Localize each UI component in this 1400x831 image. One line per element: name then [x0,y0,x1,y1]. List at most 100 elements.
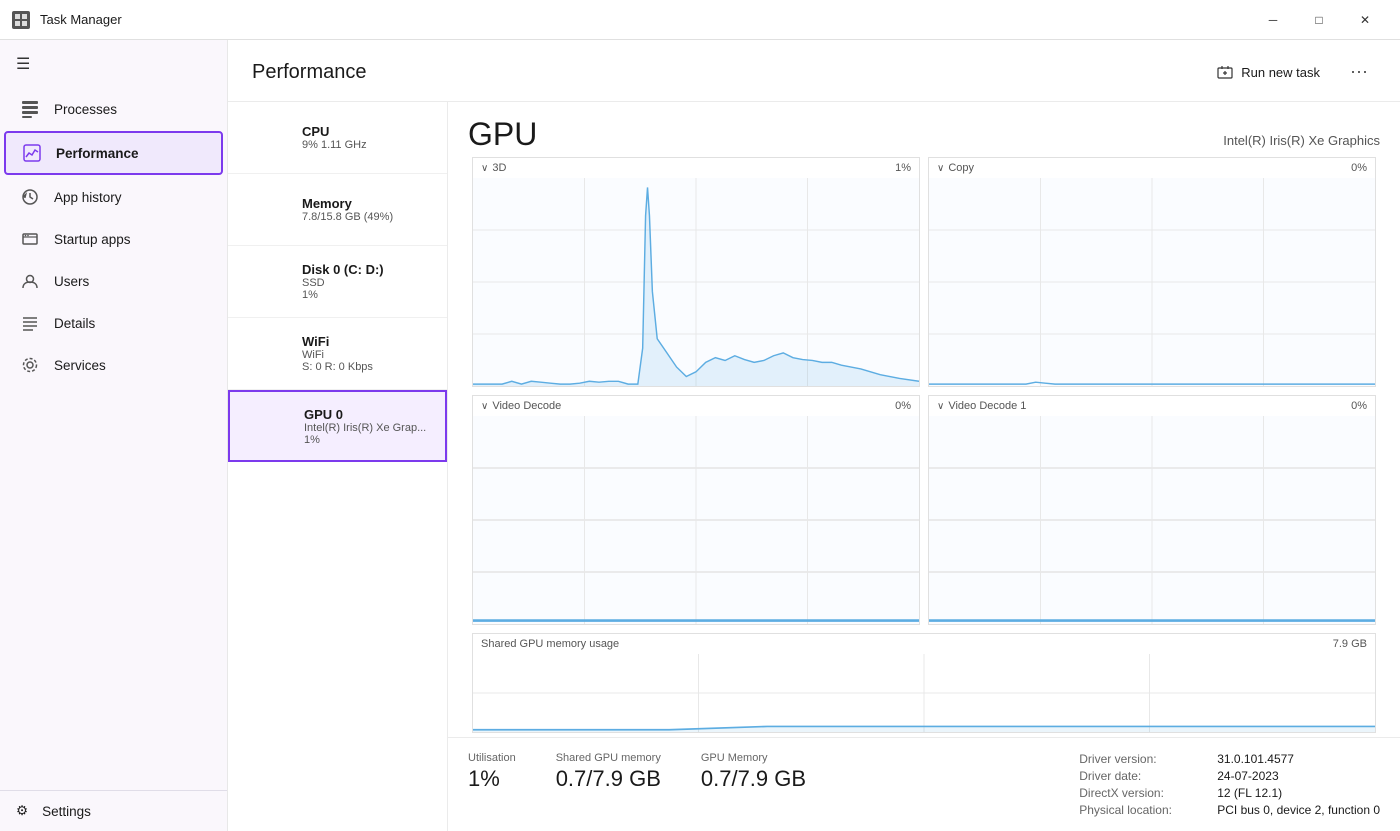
disk-sparkline [240,262,292,302]
memory-usage-max: 7.9 GB [1333,638,1367,650]
gpu0-val: 1% [304,434,433,446]
disk-info: Disk 0 (C: D:) SSD 1% [302,262,435,301]
gpu-memory-value: 0.7/7.9 GB [701,766,806,792]
perf-item-wifi[interactable]: WiFi WiFi S: 0 R: 0 Kbps [228,318,447,390]
sidebar-label-processes: Processes [54,102,117,117]
memory-usage-label: Shared GPU memory usage [481,638,619,650]
wifi-sparkline [240,334,292,374]
chart-vd-pct: 0% [895,400,911,412]
chart-copy-pct: 0% [1351,162,1367,174]
shared-gpu-memory-label: Shared GPU memory [556,752,661,764]
sidebar-nav: Processes Performance App history Startu… [0,88,227,790]
sidebar-label-startup-apps: Startup apps [54,232,131,247]
perf-item-disk[interactable]: Disk 0 (C: D:) SSD 1% [228,246,447,318]
utilisation-label: Utilisation [468,752,516,764]
sidebar-item-users[interactable]: Users [4,261,223,301]
driver-date-value: 24-07-2023 [1217,769,1278,783]
gpu-header: GPU Intel(R) Iris(R) Xe Graphics [448,102,1400,153]
processes-icon [20,99,40,119]
sidebar-item-settings[interactable]: ⚙ Settings [0,790,227,831]
minimize-button[interactable]: ─ [1250,4,1296,36]
settings-icon: ⚙ [16,803,28,819]
charts-bottom-row: ∨ Video Decode 0% [468,391,1380,629]
sidebar-label-performance: Performance [56,146,139,161]
disk-val: 1% [302,289,435,301]
performance-icon [22,143,42,163]
chart-video-decode: ∨ Video Decode 0% [472,395,920,625]
directx-row: DirectX version: 12 (FL 12.1) [1079,786,1380,800]
stat-utilisation: Utilisation 1% [468,752,516,817]
gpu0-sparkline [242,406,294,446]
shared-gpu-memory-value: 0.7/7.9 GB [556,766,661,792]
chart-3d-label: 3D [492,162,506,174]
sidebar-label-users: Users [54,274,89,289]
driver-version-row: Driver version: 31.0.101.4577 [1079,752,1380,766]
sidebar: ☰ Processes Performance App history Star… [0,40,228,831]
sidebar-item-app-history[interactable]: App history [4,177,223,217]
chart-copy: ∨ Copy 0% [928,157,1376,387]
disk-name: Disk 0 (C: D:) [302,262,435,277]
chart-vd-graph [473,416,919,624]
perf-item-memory[interactable]: Memory 7.8/15.8 GB (49%) [228,174,447,246]
header-actions: Run new task ⋯ [1207,58,1376,87]
driver-version-label: Driver version: [1079,752,1209,766]
sidebar-item-processes[interactable]: Processes [4,89,223,129]
sidebar-label-services: Services [54,358,106,373]
users-icon [20,271,40,291]
more-options-button[interactable]: ⋯ [1342,58,1376,87]
content-area: Performance Run new task ⋯ [228,40,1400,831]
chevron-copy-icon: ∨ [937,163,944,174]
wifi-name: WiFi [302,334,435,349]
cpu-info: CPU 9% 1.11 GHz [302,124,435,151]
content-body: CPU 9% 1.11 GHz Memory 7.8/15.8 GB (49%)… [228,102,1400,831]
sidebar-item-startup-apps[interactable]: Startup apps [4,219,223,259]
memory-chart-area: Shared GPU memory usage 7.9 GB [472,633,1376,733]
memory-info: Memory 7.8/15.8 GB (49%) [302,196,435,223]
chart-copy-label: Copy [948,162,974,174]
services-icon [20,355,40,375]
memory-chart-header: Shared GPU memory usage 7.9 GB [473,634,1375,654]
maximize-button[interactable]: □ [1296,4,1342,36]
driver-version-value: 31.0.101.4577 [1217,752,1294,766]
chart-vd1-pct: 0% [1351,400,1367,412]
wifi-sub: WiFi [302,349,435,361]
content-header: Performance Run new task ⋯ [228,40,1400,102]
chart-vd-label: Video Decode [492,400,561,412]
wifi-info: WiFi WiFi S: 0 R: 0 Kbps [302,334,435,373]
close-button[interactable]: ✕ [1342,4,1388,36]
chart-3d-label-row: ∨ 3D 1% [473,158,919,178]
chart-3d: ∨ 3D 1% [472,157,920,387]
sidebar-item-details[interactable]: Details [4,303,223,343]
stat-gpu-memory: GPU Memory 0.7/7.9 GB [701,752,806,817]
perf-item-gpu0[interactable]: GPU 0 Intel(R) Iris(R) Xe Grap... 1% [228,390,447,462]
hamburger-icon[interactable]: ☰ [0,40,227,88]
memory-sparkline [240,190,292,230]
stats-row: Utilisation 1% Shared GPU memory 0.7/7.9… [448,737,1400,831]
disk-sub: SSD [302,277,435,289]
window-controls: ─ □ ✕ [1250,4,1388,36]
perf-item-cpu[interactable]: CPU 9% 1.11 GHz [228,102,447,174]
memory-chart-graph [473,654,1375,732]
sidebar-item-performance[interactable]: Performance [4,131,223,175]
gpu-memory-label: GPU Memory [701,752,806,764]
gpu-detail-panel: GPU Intel(R) Iris(R) Xe Graphics ∨ 3D [448,102,1400,831]
details-icon [20,313,40,333]
gpu0-info: GPU 0 Intel(R) Iris(R) Xe Grap... 1% [304,407,433,446]
chevron-vd1-icon: ∨ [937,401,944,412]
app-icon [12,11,30,29]
chart-copy-label-row: ∨ Copy 0% [929,158,1375,178]
physical-location-label: Physical location: [1079,803,1209,817]
utilisation-value: 1% [468,766,516,792]
directx-label: DirectX version: [1079,786,1209,800]
gpu-model: Intel(R) Iris(R) Xe Graphics [1223,133,1380,148]
settings-label: Settings [42,804,91,819]
charts-area: ∨ 3D 1% [448,153,1400,737]
sidebar-label-app-history: App history [54,190,122,205]
cpu-sparkline [240,118,292,158]
sidebar-item-services[interactable]: Services [4,345,223,385]
gpu0-name: GPU 0 [304,407,433,422]
chart-vd1-label: Video Decode 1 [948,400,1026,412]
sidebar-label-details: Details [54,316,95,331]
run-new-task-button[interactable]: Run new task [1207,59,1330,87]
window-title: Task Manager [40,12,1240,27]
